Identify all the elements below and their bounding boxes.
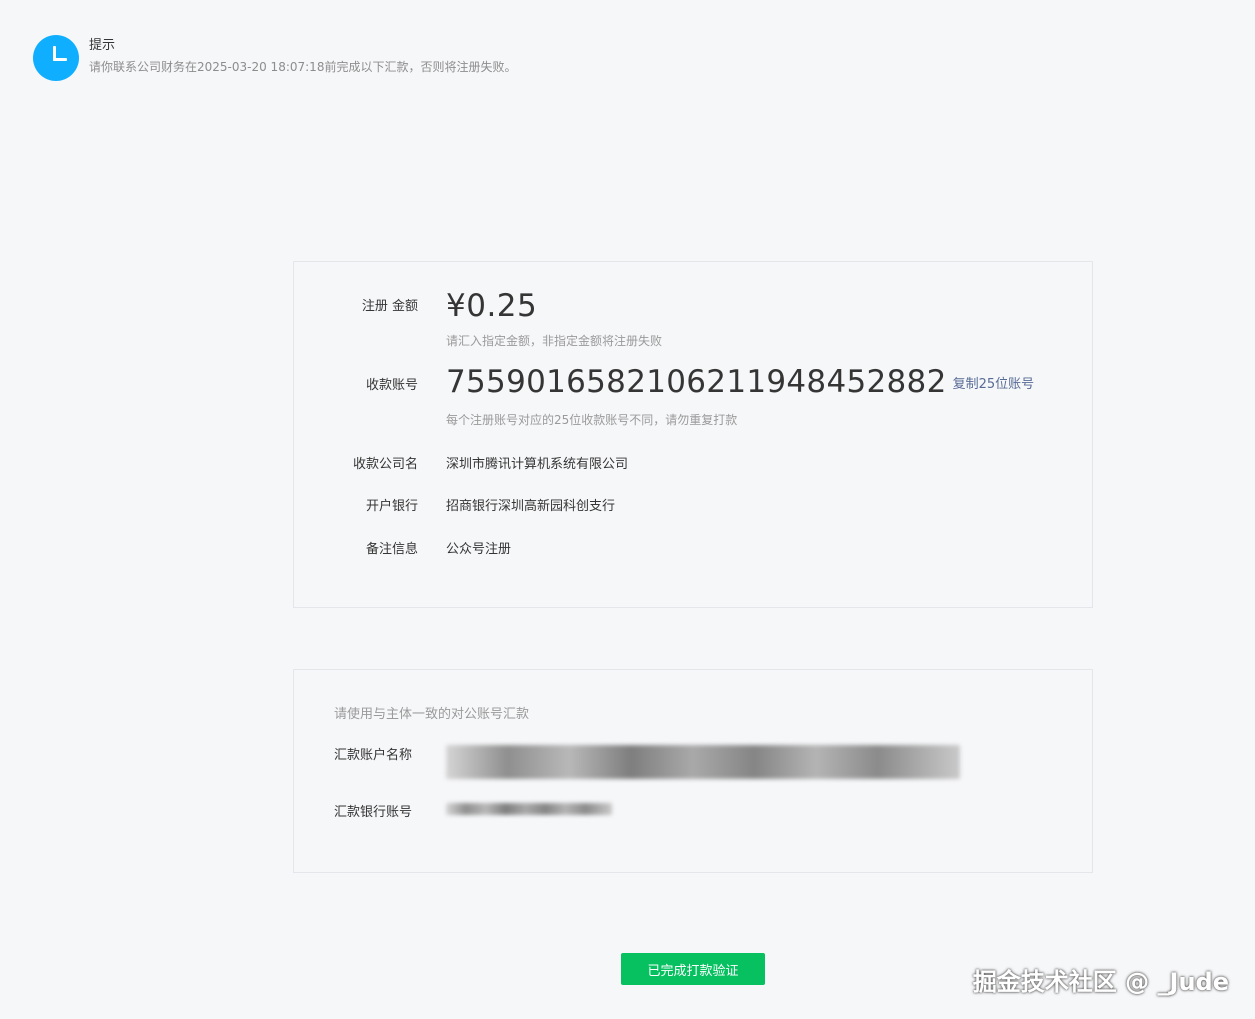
- notice: 提示 请你联系公司财务在2025-03-20 18:07:18前完成以下汇款，否…: [33, 35, 516, 81]
- account-label: 收款账号: [365, 378, 418, 393]
- account-hint: 每个注册账号对应的25位收款账号不同，请勿重复打款: [446, 413, 738, 427]
- remark-label: 备注信息: [365, 542, 418, 557]
- notice-text: 提示 请你联系公司财务在2025-03-20 18:07:18前完成以下汇款，否…: [89, 35, 516, 77]
- sender-tip: 请使用与主体一致的对公账号汇款: [334, 707, 530, 722]
- sender-account-redacted: [446, 803, 612, 815]
- page: 提示 请你联系公司财务在2025-03-20 18:07:18前完成以下汇款，否…: [0, 0, 1255, 1019]
- account-number-prefix: 755901658210621: [446, 364, 747, 400]
- watermark: 掘金技术社区 @ _Jude: [972, 968, 1229, 996]
- bank-value: 招商银行深圳高新园科创支行: [446, 499, 616, 514]
- sender-account-label: 汇款银行账号: [334, 805, 413, 820]
- account-number-highlight: 1948452882: [746, 364, 947, 400]
- amount-hint: 请汇入指定金额，非指定金额将注册失败: [446, 334, 663, 348]
- company-value: 深圳市腾讯计算机系统有限公司: [446, 457, 629, 472]
- payment-panel: 注册 金额 ¥0.25 请汇入指定金额，非指定金额将注册失败 收款账号 7559…: [293, 261, 1093, 608]
- amount-label: 注册 金额: [361, 299, 418, 314]
- payment-done-button[interactable]: 已完成打款验证: [621, 953, 765, 985]
- notice-title: 提示: [89, 38, 116, 53]
- notice-desc: 请你联系公司财务在2025-03-20 18:07:18前完成以下汇款，否则将注…: [89, 60, 517, 74]
- company-label: 收款公司名: [352, 457, 418, 472]
- sender-name-label: 汇款账户名称: [334, 748, 413, 763]
- clock-icon: [33, 35, 79, 81]
- remark-value: 公众号注册: [446, 542, 512, 557]
- sender-panel: 请使用与主体一致的对公账号汇款 汇款账户名称 汇款银行账号: [293, 669, 1093, 873]
- bank-label: 开户银行: [365, 499, 418, 514]
- amount-value: ¥0.25: [446, 288, 538, 324]
- sender-name-redacted: [446, 745, 960, 779]
- account-value: 7559016582106211948452882 复制25位账号: [446, 364, 1034, 400]
- copy-account-link[interactable]: 复制25位账号: [953, 377, 1035, 392]
